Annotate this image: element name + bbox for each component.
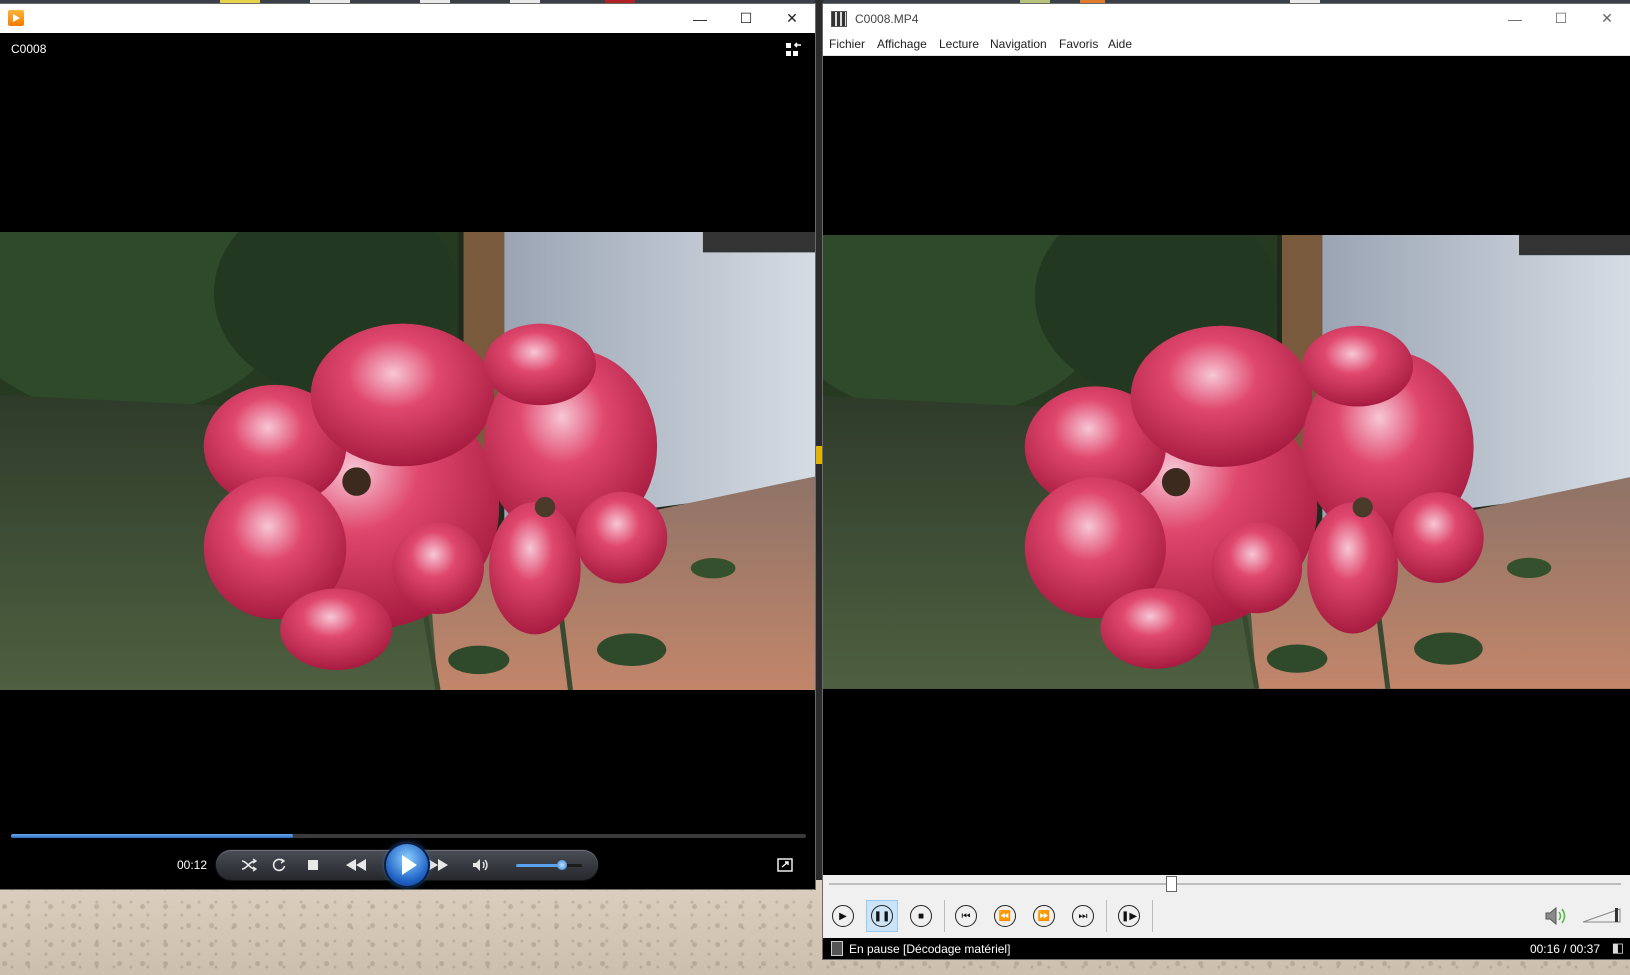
skip-back-icon: ⏮ <box>955 905 977 927</box>
desktop-gap <box>815 0 823 880</box>
repeat-button[interactable] <box>266 850 292 880</box>
volume-icon <box>473 859 488 871</box>
next-button[interactable]: ⏭ <box>1067 900 1099 932</box>
menu-navigation[interactable]: Navigation <box>990 37 1047 51</box>
rewind-button[interactable]: ⏪ <box>989 900 1021 932</box>
previous-icon <box>346 859 366 871</box>
repeat-icon <box>272 858 286 872</box>
time-display: 00:16 / 00:37 <box>1529 942 1600 956</box>
frame-step-icon: ❚▶ <box>1118 905 1140 927</box>
document-icon <box>831 941 843 956</box>
wmp-titlebar[interactable]: — ☐ ✕ <box>0 4 815 33</box>
menu-favoris[interactable]: Favoris <box>1059 37 1098 51</box>
stop-icon: ■ <box>910 905 932 927</box>
controls-panel: ▶ ❚❚ ■ ⏮ ⏪ ⏩ ⏭ ❚▶ <box>823 875 1630 938</box>
media-player-icon <box>8 10 24 26</box>
menu-lecture[interactable]: Lecture <box>939 37 979 51</box>
next-icon <box>428 859 448 871</box>
menu-fichier[interactable]: Fichier <box>829 37 865 51</box>
menu-affichage[interactable]: Affichage <box>877 37 927 51</box>
stop-button[interactable]: ■ <box>905 900 937 932</box>
close-button[interactable]: ✕ <box>1584 4 1630 33</box>
close-button[interactable]: ✕ <box>769 4 815 33</box>
video-area[interactable] <box>0 232 815 690</box>
previous-button[interactable] <box>336 850 376 880</box>
mpc-window: C0008.MP4 — ☐ ✕ Fichier Affichage Lectur… <box>823 4 1630 959</box>
status-bar: En pause [Décodage matériel] 00:16 / 00:… <box>823 938 1630 959</box>
rewind-icon: ⏪ <box>994 905 1016 927</box>
video-area[interactable] <box>823 235 1630 689</box>
fullscreen-button[interactable] <box>777 858 793 875</box>
seek-bar[interactable] <box>829 876 1621 892</box>
seek-bar-progress <box>11 834 294 838</box>
media-title: C0008 <box>11 42 47 56</box>
video-frame-image <box>0 232 815 690</box>
mute-button[interactable] <box>1544 906 1570 931</box>
stop-icon <box>308 860 318 870</box>
toolbar-separator <box>1106 900 1107 932</box>
window-title: C0008.MP4 <box>855 12 919 26</box>
status-text: En pause [Décodage matériel] <box>849 942 1011 956</box>
desktop-accent <box>815 446 823 464</box>
menu-aide[interactable]: Aide <box>1108 37 1132 51</box>
seek-bar[interactable] <box>11 834 806 838</box>
speaker-icon <box>1545 906 1566 926</box>
frame-step-button[interactable]: ❚▶ <box>1113 900 1145 932</box>
volume-slider[interactable] <box>1582 907 1622 923</box>
maximize-button[interactable]: ☐ <box>1538 4 1584 33</box>
play-button[interactable]: ▶ <box>827 900 859 932</box>
pause-icon: ❚❚ <box>871 905 893 927</box>
stop-button[interactable] <box>300 850 326 880</box>
wmp-window: — ☐ ✕ C0008 00:12 <box>0 4 815 889</box>
time-elapsed: 00:12 <box>177 858 208 872</box>
pause-button[interactable]: ❚❚ <box>866 900 898 932</box>
shuffle-button[interactable] <box>236 850 262 880</box>
mpc-titlebar[interactable]: C0008.MP4 — ☐ ✕ <box>823 4 1630 33</box>
toolbar-separator <box>944 900 945 932</box>
play-icon: ▶ <box>832 905 854 927</box>
seek-thumb[interactable] <box>1165 876 1177 892</box>
switch-to-library-icon[interactable] <box>785 42 803 63</box>
mute-button[interactable] <box>466 850 496 880</box>
audio-track-icon[interactable]: ◧ <box>1612 940 1624 956</box>
toolbar-separator <box>1152 900 1153 932</box>
menu-bar: Fichier Affichage Lecture Navigation Fav… <box>823 33 1630 56</box>
fast-forward-icon: ⏩ <box>1033 905 1055 927</box>
film-icon <box>831 11 847 27</box>
volume-level <box>516 864 563 867</box>
minimize-button[interactable]: — <box>677 4 723 33</box>
skip-forward-icon: ⏭ <box>1072 905 1094 927</box>
fast-forward-button[interactable]: ⏩ <box>1028 900 1060 932</box>
previous-button[interactable]: ⏮ <box>950 900 982 932</box>
video-frame-image <box>823 235 1630 689</box>
fullscreen-icon <box>777 858 793 872</box>
maximize-button[interactable]: ☐ <box>723 4 769 33</box>
play-button[interactable] <box>386 844 428 886</box>
volume-slider[interactable] <box>516 860 582 870</box>
shuffle-icon <box>241 858 257 872</box>
volume-knob[interactable] <box>557 860 568 870</box>
minimize-button[interactable]: — <box>1492 4 1538 33</box>
